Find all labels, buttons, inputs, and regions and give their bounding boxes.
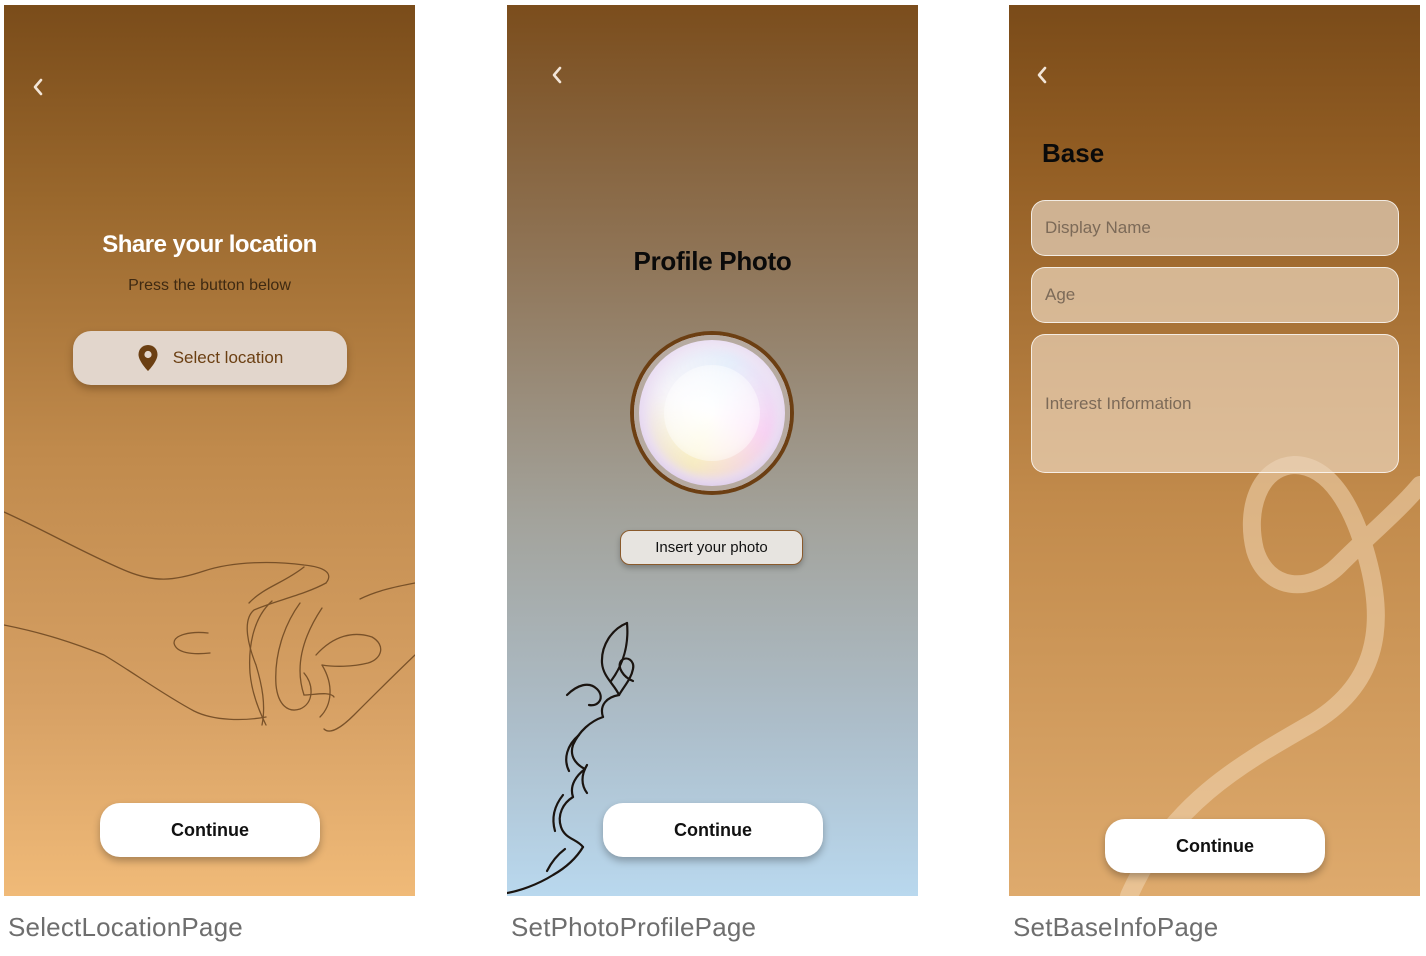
interest-information-field[interactable]: Interest Information [1031,334,1399,473]
profile-photo-placeholder[interactable] [630,331,794,495]
back-button[interactable] [1026,59,1058,91]
chevron-left-icon [552,66,562,84]
interest-information-placeholder: Interest Information [1045,393,1192,413]
insert-photo-button[interactable]: Insert your photo [620,530,803,565]
display-name-placeholder: Display Name [1045,218,1151,237]
caption-set-base-info-page: SetBaseInfoPage [1013,912,1219,942]
caption-select-location-page: SelectLocationPage [8,912,243,942]
page-title: Share your location [102,231,317,258]
set-photo-profile-screen: Profile Photo Insert your photo Continue [507,5,918,896]
caption-set-photo-profile-page: SetPhotoProfilePage [511,912,757,942]
select-location-label: Select location [172,348,284,367]
chevron-left-icon [33,78,43,96]
set-base-info-screen: Base Display Name Age Interest Informati… [1009,5,1420,896]
continue-button[interactable]: Continue [603,803,823,857]
avatar [634,335,790,491]
select-location-button[interactable]: Select location [73,331,347,385]
display-name-field[interactable]: Display Name [1031,200,1399,256]
age-placeholder: Age [1045,285,1076,304]
age-field[interactable]: Age [1031,267,1399,323]
map-pin-icon [138,345,158,371]
continue-button[interactable]: Continue [100,803,320,857]
continue-button[interactable]: Continue [1105,819,1325,873]
back-button[interactable] [541,59,573,91]
back-button[interactable] [22,71,54,103]
holding-hands-illustration [4,511,415,732]
select-location-screen: Share your location Press the button bel… [4,5,415,896]
chevron-left-icon [1037,66,1047,84]
page-title: Base [1042,138,1105,168]
page-subtitle: Press the button below [128,277,291,294]
avatar-highlight [664,365,760,461]
canvas: Share your location Press the button bel… [0,0,1426,956]
page-title: Profile Photo [633,246,792,276]
